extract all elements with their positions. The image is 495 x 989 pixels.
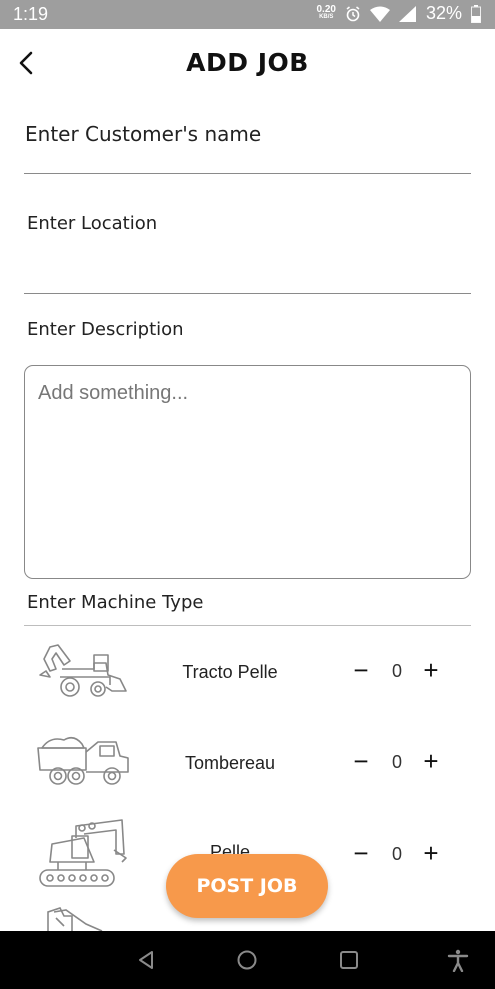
machine-type-label: Enter Machine Type: [27, 592, 204, 613]
description-label: Enter Description: [27, 319, 184, 340]
post-job-button[interactable]: POST JOB: [166, 854, 328, 918]
status-icons: 0.20 KB/S 32%: [316, 3, 481, 24]
nav-recents-icon[interactable]: [337, 948, 361, 972]
quantity-stepper-tombereau: − 0 +: [350, 748, 445, 778]
quantity-value: 0: [391, 752, 402, 772]
machine-row-tracto-pelle: Tracto Pelle − 0 +: [0, 641, 495, 731]
machine-name-tombereau: Tombereau: [184, 753, 276, 773]
description-input[interactable]: [25, 366, 470, 578]
backhoe-loader-icon: [39, 644, 127, 697]
wifi-icon: [369, 6, 390, 22]
machine-row-tombereau: Tombereau − 0 +: [0, 732, 495, 822]
customer-name-underline: [24, 173, 471, 174]
network-speed-value: 0.20: [316, 4, 336, 15]
increment-button[interactable]: +: [420, 840, 442, 866]
quantity-stepper-pelle: − 0 +: [350, 840, 445, 870]
battery-icon: [471, 4, 481, 23]
quantity-value: 0: [391, 661, 402, 681]
decrement-button[interactable]: −: [350, 748, 372, 774]
system-nav-bar: [0, 931, 495, 989]
increment-button[interactable]: +: [420, 657, 442, 683]
quantity-stepper-tracto-pelle: − 0 +: [350, 657, 445, 687]
status-time: 1:19: [13, 4, 49, 24]
customer-name-field[interactable]: Enter Customer's name: [25, 122, 261, 146]
dump-truck-icon: [37, 736, 129, 785]
location-label: Enter Location: [27, 213, 158, 234]
description-box: [24, 365, 471, 579]
excavator-icon: [39, 819, 127, 887]
cell-signal-icon: [398, 5, 416, 22]
decrement-button[interactable]: −: [350, 657, 372, 683]
alarm-icon: [346, 5, 360, 21]
page-title: ADD JOB: [186, 48, 309, 77]
machine-name-tracto-pelle: Tracto Pelle: [182, 662, 278, 682]
accessibility-icon[interactable]: [446, 948, 470, 972]
decrement-button[interactable]: −: [350, 840, 372, 866]
app-header: ADD JOB: [0, 29, 495, 97]
increment-button[interactable]: +: [420, 748, 442, 774]
quantity-value: 0: [391, 844, 402, 864]
nav-home-icon[interactable]: [235, 948, 259, 972]
location-field[interactable]: [24, 293, 471, 294]
network-speed: 0.20 KB/S: [316, 4, 336, 21]
machine-type-divider: [24, 625, 471, 626]
network-speed-unit: KB/S: [319, 14, 334, 20]
machine-icon-partial: [47, 907, 103, 931]
status-bar: 1:19 0.20 KB/S 32%: [0, 0, 495, 29]
battery-percent: 32%: [425, 3, 462, 23]
nav-back-icon[interactable]: [134, 948, 158, 972]
